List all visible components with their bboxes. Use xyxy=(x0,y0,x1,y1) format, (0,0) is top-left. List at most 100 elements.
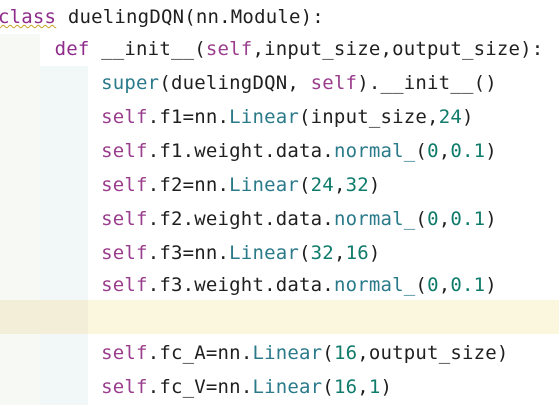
code-token: ): xyxy=(520,38,544,60)
code-token: () xyxy=(473,72,497,94)
code-token: 0.1 xyxy=(450,140,486,162)
code-token: 0 xyxy=(427,208,439,230)
code-token: output_size xyxy=(392,38,521,60)
code-token: normal_ xyxy=(333,274,416,296)
code-token: 32 xyxy=(345,174,369,196)
code-token: ) xyxy=(368,242,381,264)
code-line[interactable]: def __init__(self,input_size,output_size… xyxy=(8,32,544,66)
code-token: Linear xyxy=(229,242,300,264)
code-token: ( xyxy=(299,174,311,196)
code-token: data xyxy=(275,208,323,230)
code-token: 24 xyxy=(438,106,462,128)
code-token: ( xyxy=(184,6,196,28)
code-token: . xyxy=(322,208,334,230)
code-token: fc_V xyxy=(159,376,206,398)
code-line[interactable]: class duelingDQN(nn.Module): xyxy=(0,0,324,34)
code-editor[interactable]: class duelingDQN(nn.Module): def __init_… xyxy=(0,0,559,405)
code-token: normal_ xyxy=(333,208,416,230)
code-line[interactable]: self.fc_A=nn.Linear(16,output_size) xyxy=(8,336,509,370)
code-token: nn xyxy=(217,342,241,364)
code-token: 1 xyxy=(368,376,381,398)
code-token: self xyxy=(101,174,148,196)
code-token: ( xyxy=(194,38,206,60)
code-token: self xyxy=(101,106,148,128)
code-token: Linear xyxy=(229,106,300,128)
code-line[interactable]: self.f2.weight.data.normal_(0,0.1) xyxy=(8,202,497,236)
code-line[interactable]: self.f3=nn.Linear(32,16) xyxy=(8,236,381,270)
code-token: self xyxy=(101,208,148,230)
code-token: . xyxy=(264,274,276,296)
code-token: ) xyxy=(485,140,497,162)
code-token: . xyxy=(147,106,160,128)
code-line[interactable]: self.f1=nn.Linear(input_size,24) xyxy=(8,100,474,134)
code-token: __init__ xyxy=(101,38,195,60)
code-token: f2 xyxy=(159,174,183,196)
code-token: . xyxy=(219,6,231,28)
code-token: , xyxy=(357,376,369,398)
code-token: 16 xyxy=(333,342,358,364)
code-token: . xyxy=(147,140,160,162)
code-line[interactable]: self.fc_V=nn.Linear(16,1) xyxy=(8,370,392,404)
code-token: 16 xyxy=(333,376,358,398)
code-token: self xyxy=(101,242,148,264)
current-line-gutter-highlight xyxy=(0,300,88,334)
code-token: f1 xyxy=(159,106,183,128)
code-token: . xyxy=(217,174,230,196)
code-token: ( xyxy=(415,140,428,162)
code-token: input_size xyxy=(310,106,428,128)
code-token: output_size xyxy=(368,342,497,364)
code-token: , xyxy=(380,38,393,60)
code-token: f3 xyxy=(159,242,183,264)
code-token: f3 xyxy=(159,274,183,296)
code-token: self xyxy=(101,140,148,162)
code-token: nn xyxy=(217,376,241,398)
code-token: . xyxy=(240,342,253,364)
code-token: ) xyxy=(485,208,497,230)
code-token: weight xyxy=(194,274,265,296)
code-token: = xyxy=(182,242,195,264)
code-token: f1 xyxy=(159,140,183,162)
code-token: data xyxy=(275,140,323,162)
code-token: normal_ xyxy=(333,140,416,162)
code-token: . xyxy=(147,376,160,398)
code-token: Linear xyxy=(252,376,323,398)
code-token: ) xyxy=(461,106,474,128)
code-token: . xyxy=(217,106,230,128)
code-token: 0.1 xyxy=(450,274,486,296)
code-token: . xyxy=(182,274,195,296)
code-token: ( xyxy=(299,242,311,264)
code-token: Module xyxy=(230,6,301,28)
code-token: , xyxy=(427,106,439,128)
code-token: 0 xyxy=(427,140,439,162)
code-token: ( xyxy=(322,342,334,364)
code-token: nn xyxy=(194,242,218,264)
code-token: . xyxy=(264,140,276,162)
code-line[interactable]: self.f2=nn.Linear(24,32) xyxy=(8,168,381,202)
code-token: input_size xyxy=(264,38,381,60)
code-line[interactable]: super(duelingDQN, self).__init__() xyxy=(8,66,497,100)
code-token: nn xyxy=(194,174,218,196)
code-token: . xyxy=(182,140,195,162)
code-token: 0 xyxy=(427,274,439,296)
code-token: = xyxy=(182,174,195,196)
code-token: Linear xyxy=(229,174,300,196)
code-token: . xyxy=(240,376,253,398)
code-token: . xyxy=(182,208,195,230)
code-token: ). xyxy=(357,72,381,94)
code-token: 0.1 xyxy=(450,208,486,230)
code-line[interactable]: self.f3.weight.data.normal_(0,0.1) xyxy=(8,268,497,302)
code-token: , xyxy=(438,208,451,230)
code-token: self xyxy=(101,376,148,398)
code-token: 24 xyxy=(310,174,334,196)
code-token: . xyxy=(264,208,276,230)
code-line[interactable]: self.f1.weight.data.normal_(0,0.1) xyxy=(8,134,497,168)
code-token: . xyxy=(147,274,160,296)
code-token: . xyxy=(322,274,334,296)
code-token: class xyxy=(0,6,57,28)
code-token: self xyxy=(310,72,358,94)
